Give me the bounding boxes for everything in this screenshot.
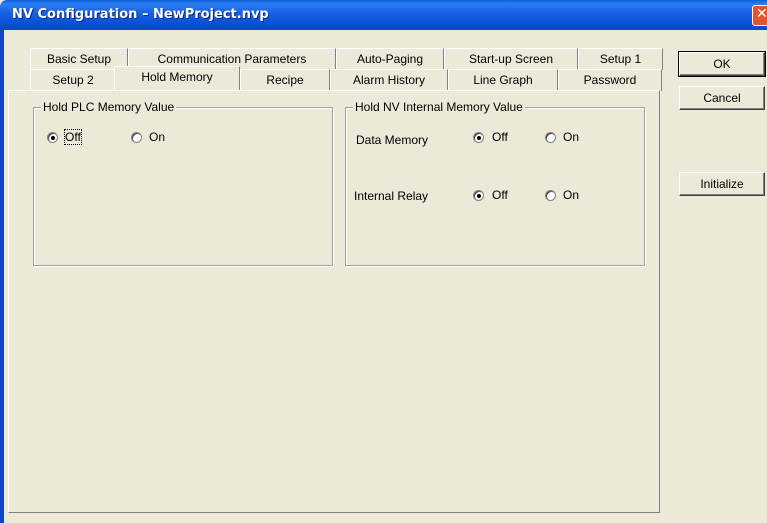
- internal-relay-on-radio[interactable]: [545, 190, 556, 201]
- title-bar: NV Configuration – NewProject.nvp ✕: [0, 0, 767, 30]
- hold-nv-group: Hold NV Internal Memory Value Data Memor…: [345, 100, 645, 266]
- tab-password[interactable]: Password: [558, 69, 662, 91]
- tab-panel-hold-memory: Hold PLC Memory Value Off On Hold NV Int…: [8, 90, 660, 513]
- ok-button[interactable]: OK: [678, 51, 766, 77]
- tab-line-graph[interactable]: Line Graph: [448, 69, 558, 91]
- tab-auto-paging[interactable]: Auto-Paging: [336, 48, 444, 70]
- window-frame-left: [0, 30, 4, 523]
- internal-relay-label: Internal Relay: [354, 189, 429, 203]
- hold-plc-on-radio[interactable]: [131, 132, 142, 143]
- internal-relay-off-label[interactable]: Off: [492, 188, 508, 202]
- hold-plc-group-title: Hold PLC Memory Value: [41, 100, 177, 114]
- tab-setup-2[interactable]: Setup 2: [30, 69, 116, 91]
- data-memory-on-radio[interactable]: [545, 132, 556, 143]
- tab-startup-screen[interactable]: Start-up Screen: [444, 48, 578, 70]
- internal-relay-on-label[interactable]: On: [563, 188, 579, 202]
- tab-setup-1[interactable]: Setup 1: [578, 48, 663, 70]
- close-button[interactable]: ✕: [752, 5, 767, 26]
- close-icon: ✕: [756, 6, 767, 22]
- data-memory-off-radio[interactable]: [473, 132, 484, 143]
- data-memory-label: Data Memory: [356, 133, 429, 147]
- hold-plc-off-radio[interactable]: [47, 132, 58, 143]
- data-memory-off-label[interactable]: Off: [492, 130, 508, 144]
- hold-plc-off-label[interactable]: Off: [64, 129, 82, 145]
- tab-alarm-history[interactable]: Alarm History: [330, 69, 448, 91]
- initialize-button[interactable]: Initialize: [679, 172, 765, 196]
- hold-plc-on-label[interactable]: On: [149, 130, 165, 144]
- internal-relay-off-radio[interactable]: [473, 190, 484, 201]
- tab-recipe[interactable]: Recipe: [240, 69, 330, 91]
- cancel-button[interactable]: Cancel: [679, 86, 765, 110]
- data-memory-on-label[interactable]: On: [563, 130, 579, 144]
- hold-plc-group: Hold PLC Memory Value Off On: [33, 100, 333, 266]
- tab-hold-memory[interactable]: Hold Memory: [114, 66, 240, 90]
- window-title: NV Configuration – NewProject.nvp: [12, 7, 269, 22]
- hold-nv-group-title: Hold NV Internal Memory Value: [353, 100, 525, 114]
